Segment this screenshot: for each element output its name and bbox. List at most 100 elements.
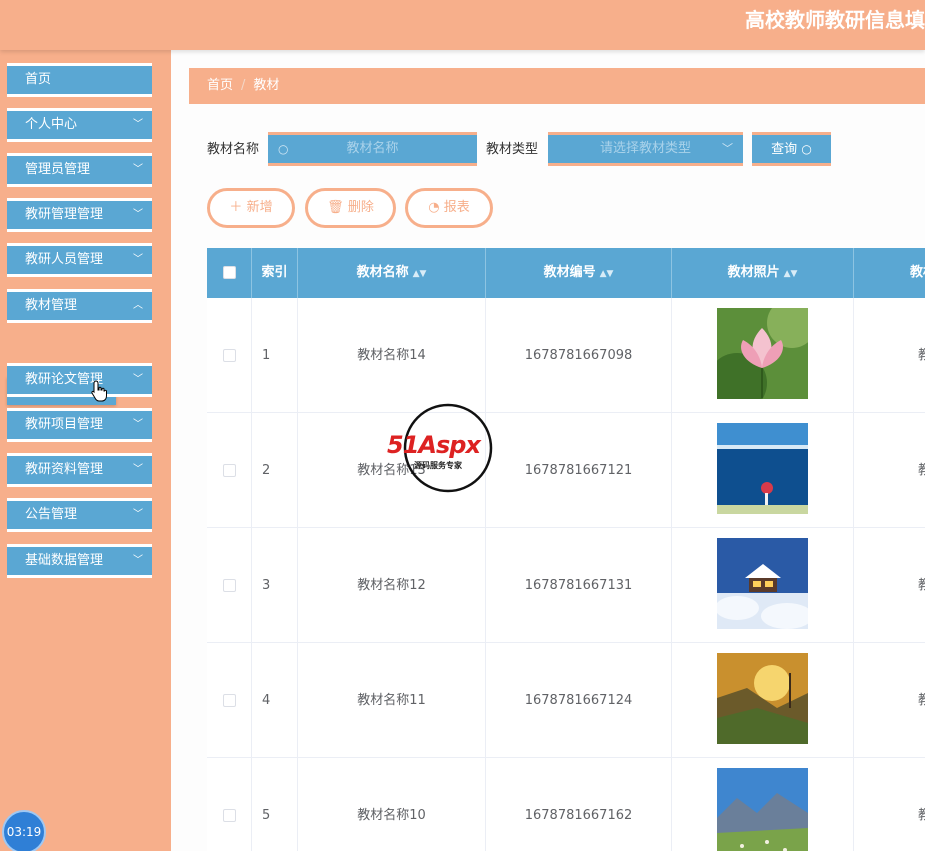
row-photo-cell bbox=[672, 298, 854, 413]
column-photo[interactable]: 教材照片 ▲▼ bbox=[672, 248, 854, 298]
watermark-brand: 51Aspx bbox=[387, 431, 481, 459]
textbook-type-placeholder: 请选择教材类型 bbox=[599, 141, 691, 156]
column-type: 教材 bbox=[854, 248, 925, 298]
chevron-down-icon: ﹀ bbox=[133, 555, 143, 566]
hand-cursor-icon bbox=[91, 380, 107, 402]
lotus-photo[interactable] bbox=[717, 308, 808, 399]
textbook-type-label: 教材类型 bbox=[486, 142, 539, 157]
search-icon: ○ bbox=[801, 142, 812, 156]
lake-photo[interactable] bbox=[717, 423, 808, 514]
sidebar-item-profile[interactable]: 个人中心 ﹀ bbox=[7, 108, 152, 142]
trash-icon: 🗑 bbox=[327, 200, 344, 215]
chevron-down-icon: ﹀ bbox=[133, 119, 143, 130]
row-checkbox-cell bbox=[207, 528, 252, 643]
row-checkbox-cell bbox=[207, 413, 252, 528]
textbook-name-placeholder: 教材名称 bbox=[346, 141, 399, 156]
breadcrumb-separator: / bbox=[241, 78, 246, 93]
chevron-down-icon: ﹀ bbox=[722, 142, 733, 155]
sidebar: 首页 个人中心 ﹀ 管理员管理 ﹀ 教研管理管理 ﹀ 教研人员管理 ﹀ 教材管理 ︿ 教材… bbox=[0, 50, 170, 851]
column-code[interactable]: 教材编号 ▲▼ bbox=[486, 248, 672, 298]
table-header: 索引 教材名称▲▼ 教材编号▲▼ 教材照片▲▼ 教材 bbox=[207, 248, 925, 298]
sidebar-item-label: 管理员管理 bbox=[25, 162, 91, 177]
add-button[interactable]: ＋ 新增 bbox=[207, 188, 295, 228]
snow-cabin-photo[interactable] bbox=[717, 538, 808, 629]
report-button-label: 报表 bbox=[443, 200, 470, 215]
row-name: 教材名称14 bbox=[298, 298, 486, 413]
sidebar-item-researchers[interactable]: 教研人员管理 ﹀ bbox=[7, 243, 152, 277]
row-photo-cell bbox=[672, 413, 854, 528]
column-name[interactable]: 教材名称 ▲▼ bbox=[298, 248, 486, 298]
sidebar-item-label: 教研人员管理 bbox=[25, 252, 104, 267]
chevron-down-icon: ﹀ bbox=[133, 254, 143, 265]
watermark-tagline: 源码服务专家 bbox=[414, 461, 462, 470]
video-timer-badge: 03:19 bbox=[2, 810, 46, 851]
pie-chart-icon: ◔ bbox=[428, 200, 440, 215]
search-button[interactable]: 查询 ○ bbox=[752, 132, 831, 166]
delete-button[interactable]: 🗑 删除 bbox=[305, 188, 396, 228]
row-checkbox-cell bbox=[207, 298, 252, 413]
row-checkbox[interactable] bbox=[222, 579, 236, 592]
textbook-name-label: 教材名称 bbox=[207, 142, 260, 157]
row-index: 1 bbox=[252, 298, 298, 413]
chevron-down-icon: ﹀ bbox=[133, 419, 143, 430]
sidebar-item-admin[interactable]: 管理员管理 ﹀ bbox=[7, 153, 152, 187]
sidebar-item-label: 教研管理管理 bbox=[25, 207, 104, 222]
main-content: 首页 / 教材 教材名称 ○ 教材名称 教材类型 请选择教材类型 ﹀ 查询 ○ ＋ … bbox=[171, 50, 925, 851]
row-photo-cell bbox=[672, 758, 854, 851]
sidebar-item-label: 教材管理 bbox=[25, 298, 78, 313]
sunset-hills-photo[interactable] bbox=[717, 653, 808, 744]
row-name: 教材名称11 bbox=[298, 643, 486, 758]
row-index: 2 bbox=[252, 413, 298, 528]
sidebar-item-textbooks[interactable]: 教材管理 ︿ bbox=[7, 289, 152, 323]
row-type: 教 bbox=[854, 643, 925, 758]
plus-icon: ＋ bbox=[229, 200, 243, 215]
row-checkbox[interactable] bbox=[222, 349, 236, 362]
row-checkbox[interactable] bbox=[222, 464, 236, 477]
mountain-meadow-photo[interactable] bbox=[717, 768, 808, 851]
textbook-type-select[interactable]: 请选择教材类型 ﹀ bbox=[548, 132, 743, 166]
sidebar-item-label: 教研项目管理 bbox=[25, 417, 104, 432]
row-code: 1678781667098 bbox=[486, 298, 672, 413]
app-title: 高校教师教研信息填 bbox=[745, 8, 925, 32]
sort-icon: ▲▼ bbox=[599, 269, 614, 279]
report-button[interactable]: ◔ 报表 bbox=[405, 188, 493, 228]
row-checkbox-cell bbox=[207, 758, 252, 851]
row-type: 教 bbox=[854, 298, 925, 413]
textbook-name-input[interactable]: ○ 教材名称 bbox=[268, 132, 477, 166]
sidebar-item-materials[interactable]: 教研资料管理 ﹀ bbox=[7, 453, 152, 487]
breadcrumb-home[interactable]: 首页 bbox=[207, 78, 233, 93]
breadcrumb: 首页 / 教材 bbox=[189, 68, 925, 104]
table-row: 3 教材名称12 1678781667131 教 bbox=[207, 528, 925, 643]
row-index: 5 bbox=[252, 758, 298, 851]
search-icon: ○ bbox=[278, 142, 289, 156]
row-index: 3 bbox=[252, 528, 298, 643]
search-button-label: 查询 bbox=[771, 142, 798, 157]
row-checkbox[interactable] bbox=[222, 694, 236, 707]
watermark-logo: 51Aspx 源码服务专家 bbox=[386, 403, 514, 493]
row-name: 教材名称10 bbox=[298, 758, 486, 851]
row-checkbox[interactable] bbox=[222, 809, 236, 822]
column-code-label: 教材编号 bbox=[543, 265, 596, 280]
sidebar-item-notices[interactable]: 公告管理 ﹀ bbox=[7, 498, 152, 532]
sidebar-item-label: 基础数据管理 bbox=[25, 553, 104, 568]
chevron-down-icon: ﹀ bbox=[133, 374, 143, 385]
textbook-table: 索引 教材名称▲▼ 教材编号▲▼ 教材照片▲▼ 教材 1 教材名称14 1678… bbox=[207, 248, 925, 851]
sidebar-item-papers[interactable]: 教研论文管理 ﹀ bbox=[7, 363, 152, 397]
delete-button-label: 删除 bbox=[347, 200, 374, 215]
sidebar-item-basic-data[interactable]: 基础数据管理 ﹀ bbox=[7, 544, 152, 578]
chevron-down-icon: ﹀ bbox=[133, 464, 143, 475]
row-code: 1678781667131 bbox=[486, 528, 672, 643]
row-index: 4 bbox=[252, 643, 298, 758]
row-type: 教 bbox=[854, 528, 925, 643]
chevron-down-icon: ﹀ bbox=[133, 209, 143, 220]
row-photo-cell bbox=[672, 528, 854, 643]
table-row: 1 教材名称14 1678781667098 教 bbox=[207, 298, 925, 413]
sidebar-item-label: 个人中心 bbox=[25, 117, 78, 132]
row-name: 教材名称12 bbox=[298, 528, 486, 643]
sidebar-item-research-mgmt[interactable]: 教研管理管理 ﹀ bbox=[7, 198, 152, 232]
table-row: 5 教材名称10 1678781667162 教 bbox=[207, 758, 925, 851]
sidebar-item-home[interactable]: 首页 bbox=[7, 63, 152, 97]
sidebar-item-projects[interactable]: 教研项目管理 ﹀ bbox=[7, 408, 152, 442]
select-all-checkbox[interactable] bbox=[222, 266, 236, 279]
column-photo-label: 教材照片 bbox=[727, 265, 780, 280]
